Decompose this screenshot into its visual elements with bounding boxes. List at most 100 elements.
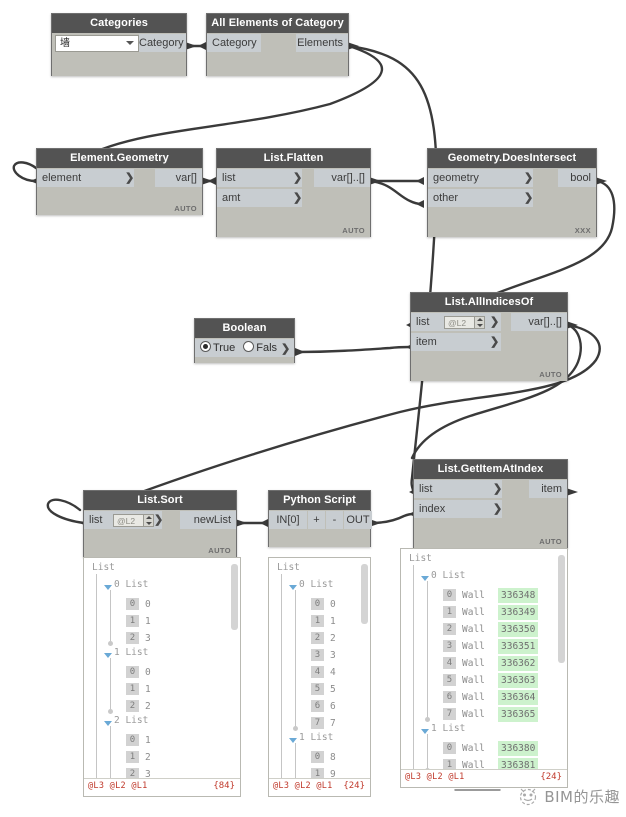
preview-item-value: 336380 xyxy=(498,741,539,756)
preview-items-count: {24} xyxy=(540,772,562,782)
does-intersect-input-other[interactable]: other xyxy=(428,189,533,207)
element-geometry-input-element[interactable]: element xyxy=(37,169,134,187)
get-item-output-item[interactable]: item xyxy=(529,480,567,498)
preview-group-label: 1 List xyxy=(431,723,466,734)
chevron-right-icon: ❯ xyxy=(493,483,503,495)
preview-items-scrollbar[interactable] xyxy=(558,555,565,663)
python-input-in0[interactable]: IN[0] xyxy=(269,511,307,529)
list-sort-output-newlist[interactable]: newList xyxy=(180,511,236,529)
preview-python-content: List0 List00112233445566771 List08192103… xyxy=(269,558,370,779)
get-item-input-list[interactable]: list xyxy=(414,480,502,498)
preview-group-label: 2 List xyxy=(114,715,149,726)
radio-true-icon[interactable] xyxy=(200,341,211,352)
preview-panel-sort[interactable]: List 0 List 0 0 1 1 2 3 1 List 0 0 1 1 2 2 2 List 0 1 1 2 2 3… xyxy=(83,557,241,797)
preview-root-rail xyxy=(281,574,282,779)
preview-item-value: 336364 xyxy=(498,690,539,705)
wire-elements-to-getitem xyxy=(347,44,438,492)
get-item-input-index[interactable]: index xyxy=(414,500,502,518)
preview-root-label: List xyxy=(407,553,567,570)
preview-item-index: 3 xyxy=(311,649,324,661)
node-title-list-flatten: List.Flatten xyxy=(217,149,370,168)
preview-root-label: List xyxy=(275,562,370,579)
wire-python-to-index xyxy=(369,512,415,525)
python-remove-port-button[interactable]: - xyxy=(326,511,343,529)
preview-item-index: 4 xyxy=(443,657,456,669)
boolean-options[interactable]: True False xyxy=(195,339,283,357)
node-all-elements-of-category[interactable]: All Elements of Category Category Elemen… xyxy=(206,13,349,76)
preview-item-index: 2 xyxy=(311,632,324,644)
preview-root-text: List xyxy=(92,562,115,573)
preview-sort-footer: @L3 @L2 @L1 {84} xyxy=(84,778,240,796)
node-title-get-item-at-index: List.GetItemAtIndex xyxy=(414,460,567,479)
preview-sort-scrollbar[interactable] xyxy=(231,564,238,630)
preview-group-rail xyxy=(427,581,428,719)
preview-item-value: 336365 xyxy=(498,707,539,722)
node-boolean[interactable]: Boolean True False ❯ xyxy=(194,318,295,363)
get-item-lacing: AUTO xyxy=(539,537,562,546)
preview-item-type: Wall xyxy=(462,743,485,754)
preview-group-row: 1 List xyxy=(407,723,567,740)
node-geometry-does-intersect[interactable]: Geometry.DoesIntersect geometry ❯ bool o… xyxy=(427,148,597,237)
preview-item-index: 2 xyxy=(126,700,139,712)
level-stepper-icon[interactable] xyxy=(143,515,153,526)
node-title-python-script: Python Script xyxy=(269,491,370,510)
node-element-geometry[interactable]: Element.Geometry element ❯ var[] AUTO xyxy=(36,148,203,215)
level-stepper-icon[interactable] xyxy=(474,317,484,328)
preview-group-label: 1 List xyxy=(114,647,149,658)
all-indices-output-var[interactable]: var[]..[] xyxy=(511,313,567,331)
preview-item-index: 0 xyxy=(126,598,139,610)
list-sort-level[interactable]: @L2 xyxy=(113,514,154,527)
preview-item-value: 6 xyxy=(330,701,336,712)
node-python-script[interactable]: Python Script IN[0] + - OUT xyxy=(268,490,372,547)
python-add-port-button[interactable]: + xyxy=(308,511,325,529)
node-list-flatten[interactable]: List.Flatten list ❯ var[]..[] amt ❯ AUTO xyxy=(216,148,371,237)
boolean-option-true-label: True xyxy=(213,342,236,354)
preview-item-row: 33 xyxy=(275,647,370,664)
categories-dropdown[interactable]: 墙 xyxy=(55,35,139,52)
all-elements-output-elements[interactable]: Elements xyxy=(296,34,348,52)
does-intersect-output-bool[interactable]: bool xyxy=(558,169,596,187)
preview-group-row: 1 List xyxy=(90,647,240,664)
preview-group-rail-end xyxy=(425,717,430,722)
preview-panel-items[interactable]: List 0 List 0 Wall 336348 1 Wall 336349 2 Wall 336… xyxy=(400,548,568,788)
all-elements-input-category[interactable]: Category xyxy=(207,34,261,52)
preview-python-scrollbar[interactable] xyxy=(361,564,368,624)
preview-group-rail xyxy=(110,658,111,711)
list-flatten-input-amt[interactable]: amt xyxy=(217,189,302,207)
all-indices-input-item[interactable]: item xyxy=(411,333,501,351)
python-output-out[interactable]: OUT xyxy=(344,511,372,529)
preview-group-row: 1 List xyxy=(275,732,370,749)
node-list-all-indices-of[interactable]: List.AllIndicesOf list @L2 ❯ var[]..[] i… xyxy=(410,292,568,381)
list-sort-level-label: @L2 xyxy=(117,516,136,526)
preview-item-value: 2 xyxy=(145,752,151,763)
does-intersect-input-geometry[interactable]: geometry xyxy=(428,169,533,187)
node-title-all-indices-of: List.AllIndicesOf xyxy=(411,293,567,312)
list-flatten-output-var[interactable]: var[]..[] xyxy=(314,169,370,187)
element-geometry-output-var[interactable]: var[] xyxy=(155,169,202,187)
list-flatten-input-list[interactable]: list xyxy=(217,169,302,187)
all-indices-list-level[interactable]: @L2 xyxy=(444,316,485,329)
node-list-sort[interactable]: List.Sort list @L2 ❯ newList AUTO xyxy=(83,490,237,557)
radio-false-icon[interactable] xyxy=(243,341,255,352)
categories-output-category[interactable]: Category xyxy=(139,34,186,52)
preview-item-index: 0 xyxy=(443,589,456,601)
dynamo-canvas[interactable]: Categories 墙 Category All Elements of Ca… xyxy=(0,0,626,817)
node-list-get-item-at-index[interactable]: List.GetItemAtIndex list ❯ item index ❯ … xyxy=(413,459,568,548)
preview-panel-python[interactable]: List0 List00112233445566771 List08192103… xyxy=(268,557,371,797)
chevron-right-icon: ❯ xyxy=(493,503,503,515)
preview-item-index: 5 xyxy=(311,683,324,695)
preview-item-row: 77 xyxy=(275,715,370,732)
boolean-output[interactable]: ❯ xyxy=(277,339,294,357)
node-categories[interactable]: Categories 墙 Category xyxy=(51,13,187,76)
preview-item-index: 2 xyxy=(126,632,139,644)
preview-item-value: 8 xyxy=(330,752,336,763)
preview-item-type: Wall xyxy=(462,590,485,601)
preview-item-row: 01 xyxy=(90,732,240,749)
preview-item-row: 22 xyxy=(275,630,370,647)
preview-group-rail xyxy=(427,734,428,770)
preview-item-index: 1 xyxy=(126,615,139,627)
list-flatten-lacing: AUTO xyxy=(342,226,365,235)
preview-item-index: 7 xyxy=(443,708,456,720)
preview-item-index: 3 xyxy=(443,640,456,652)
all-indices-input-list-label: list xyxy=(416,316,430,328)
